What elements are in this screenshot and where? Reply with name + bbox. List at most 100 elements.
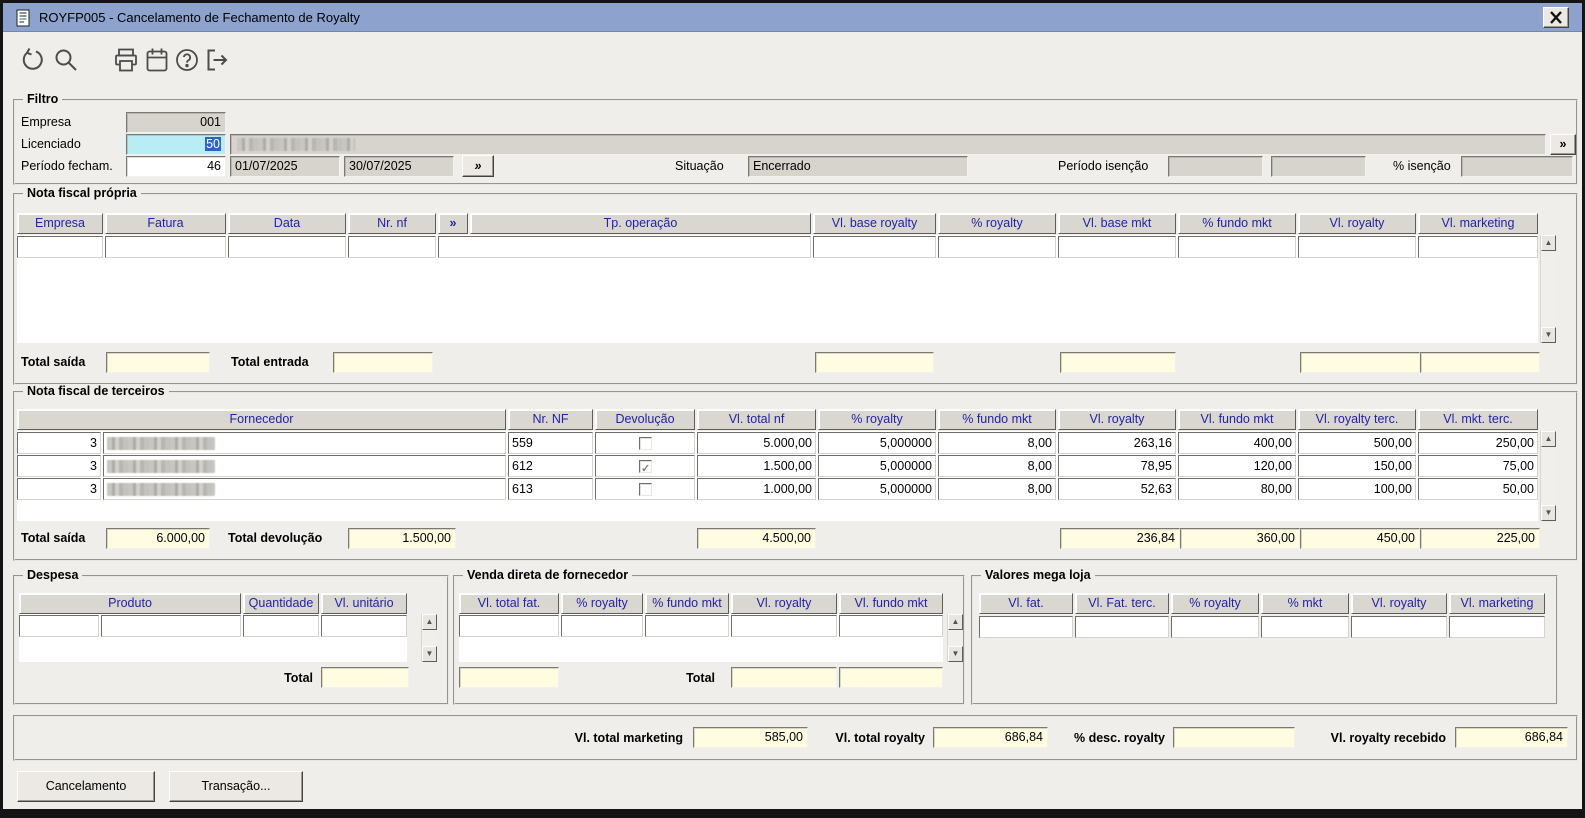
row-vl-royalty-terc[interactable]: 100,00 <box>1298 478 1416 500</box>
col-pct-fundo-mkt[interactable]: % fundo mkt <box>645 593 729 614</box>
row-vl-fundo-mkt[interactable]: 120,00 <box>1178 455 1296 477</box>
row-vl-royalty[interactable]: 78,95 <box>1058 455 1176 477</box>
col-data[interactable]: Data <box>228 213 346 234</box>
col-vl-base-royalty[interactable]: Vl. base royalty <box>813 213 936 234</box>
col-vl-total-fat[interactable]: Vl. total fat. <box>459 593 559 614</box>
row-nr-nf[interactable]: 559 <box>508 432 593 454</box>
row-devolucao[interactable] <box>595 432 695 454</box>
row-fornecedor[interactable] <box>103 432 506 454</box>
calendar-icon[interactable] <box>144 47 170 73</box>
row-pct-fundo-mkt[interactable]: 8,00 <box>938 455 1056 477</box>
col-quantidade[interactable]: Quantidade <box>243 593 319 614</box>
row-vl-mkt-terc[interactable]: 50,00 <box>1418 478 1538 500</box>
nota-propria-scrollbar[interactable]: ▲ ▼ <box>1540 235 1556 343</box>
row-codigo[interactable]: 3 <box>17 455 101 477</box>
empty-cell[interactable] <box>17 236 103 258</box>
cancelamento-button[interactable]: Cancelamento <box>17 771 155 802</box>
empty-cell[interactable] <box>459 615 559 637</box>
empty-cell[interactable] <box>561 615 643 637</box>
col-vl-royalty[interactable]: Vl. royalty <box>1298 213 1416 234</box>
col-pct-fundo-mkt[interactable]: % fundo mkt <box>1178 213 1296 234</box>
col-vl-fat[interactable]: Vl. fat. <box>979 593 1073 614</box>
scroll-up-icon[interactable]: ▲ <box>948 614 963 630</box>
close-button[interactable] <box>1543 7 1569 28</box>
undo-icon[interactable] <box>19 47 45 73</box>
empty-cell[interactable] <box>19 615 99 637</box>
row-vl-total-nf[interactable]: 5.000,00 <box>697 432 816 454</box>
col-vl-total-nf[interactable]: Vl. total nf <box>697 409 816 430</box>
col-vl-fundo-mkt[interactable]: Vl. fundo mkt <box>839 593 943 614</box>
col-empresa[interactable]: Empresa <box>17 213 103 234</box>
col-pct-royalty[interactable]: % royalty <box>818 409 936 430</box>
col-produto[interactable]: Produto <box>19 593 241 614</box>
row-pct-royalty[interactable]: 5,000000 <box>818 478 936 500</box>
col-browse[interactable]: » <box>438 213 468 234</box>
devolucao-checkbox[interactable] <box>639 437 652 450</box>
search-icon[interactable] <box>53 47 79 73</box>
empty-cell[interactable] <box>979 616 1073 638</box>
row-fornecedor[interactable] <box>103 455 506 477</box>
col-vl-marketing[interactable]: Vl. marketing <box>1418 213 1538 234</box>
print-icon[interactable] <box>113 47 139 73</box>
empty-cell[interactable] <box>321 615 407 637</box>
scroll-down-icon[interactable]: ▼ <box>1541 327 1556 343</box>
col-devolucao[interactable]: Devolução <box>595 409 695 430</box>
empty-cell[interactable] <box>1449 616 1545 638</box>
empty-cell[interactable] <box>1261 616 1349 638</box>
col-pct-fundo-mkt[interactable]: % fundo mkt <box>938 409 1056 430</box>
col-vl-royalty[interactable]: Vl. royalty <box>731 593 837 614</box>
row-codigo[interactable]: 3 <box>17 478 101 500</box>
scroll-down-icon[interactable]: ▼ <box>1541 505 1556 521</box>
row-nr-nf[interactable]: 613 <box>508 478 593 500</box>
row-pct-royalty[interactable]: 5,000000 <box>818 455 936 477</box>
row-pct-fundo-mkt[interactable]: 8,00 <box>938 432 1056 454</box>
empty-cell[interactable] <box>1418 236 1538 258</box>
col-nr-nf[interactable]: Nr. NF <box>508 409 593 430</box>
empty-cell[interactable] <box>438 236 811 258</box>
scroll-down-icon[interactable]: ▼ <box>948 646 963 662</box>
col-pct-royalty[interactable]: % royalty <box>1171 593 1259 614</box>
empty-cell[interactable] <box>938 236 1056 258</box>
col-vl-unitario[interactable]: Vl. unitário <box>321 593 407 614</box>
devolucao-checkbox[interactable] <box>639 483 652 496</box>
empty-cell[interactable] <box>731 615 837 637</box>
empty-cell[interactable] <box>1171 616 1259 638</box>
empty-cell[interactable] <box>839 615 943 637</box>
col-tp-operacao[interactable]: Tp. operação <box>470 213 811 234</box>
row-nr-nf[interactable]: 612 <box>508 455 593 477</box>
col-vl-royalty-terc[interactable]: Vl. royalty terc. <box>1298 409 1416 430</box>
row-vl-fundo-mkt[interactable]: 400,00 <box>1178 432 1296 454</box>
row-vl-royalty-terc[interactable]: 150,00 <box>1298 455 1416 477</box>
col-vl-mkt-terc[interactable]: Vl. mkt. terc. <box>1418 409 1538 430</box>
empty-cell[interactable] <box>645 615 729 637</box>
periodo-browse-button[interactable]: » <box>462 155 494 177</box>
empty-cell[interactable] <box>1075 616 1169 638</box>
scroll-up-icon[interactable]: ▲ <box>1541 431 1556 447</box>
col-pct-royalty[interactable]: % royalty <box>938 213 1056 234</box>
row-codigo[interactable]: 3 <box>17 432 101 454</box>
empty-cell[interactable] <box>243 615 319 637</box>
col-vl-royalty[interactable]: Vl. royalty <box>1058 409 1176 430</box>
devolucao-checkbox[interactable] <box>639 459 652 476</box>
nota-terceiros-scrollbar[interactable]: ▲ ▼ <box>1540 431 1556 521</box>
col-vl-marketing[interactable]: Vl. marketing <box>1449 593 1545 614</box>
col-vl-fat-terc[interactable]: Vl. Fat. terc. <box>1075 593 1169 614</box>
empty-cell[interactable] <box>1298 236 1416 258</box>
help-icon[interactable] <box>174 47 200 73</box>
empty-cell[interactable] <box>1178 236 1296 258</box>
exit-icon[interactable] <box>204 47 230 73</box>
licenciado-code-field[interactable]: 50 <box>126 134 226 155</box>
empty-cell[interactable] <box>101 615 241 637</box>
licenciado-browse-button[interactable]: » <box>1550 134 1576 155</box>
row-vl-royalty[interactable]: 263,16 <box>1058 432 1176 454</box>
row-vl-mkt-terc[interactable]: 250,00 <box>1418 432 1538 454</box>
pct-desc-royalty-field[interactable] <box>1173 727 1295 748</box>
empty-cell[interactable] <box>813 236 936 258</box>
empty-cell[interactable] <box>1058 236 1176 258</box>
despesa-scrollbar[interactable]: ▲ ▼ <box>421 614 437 662</box>
row-pct-royalty[interactable]: 5,000000 <box>818 432 936 454</box>
col-fornecedor[interactable]: Fornecedor <box>17 409 506 430</box>
transacao-button[interactable]: Transação... <box>169 771 303 802</box>
scroll-down-icon[interactable]: ▼ <box>422 646 437 662</box>
row-vl-royalty-terc[interactable]: 500,00 <box>1298 432 1416 454</box>
